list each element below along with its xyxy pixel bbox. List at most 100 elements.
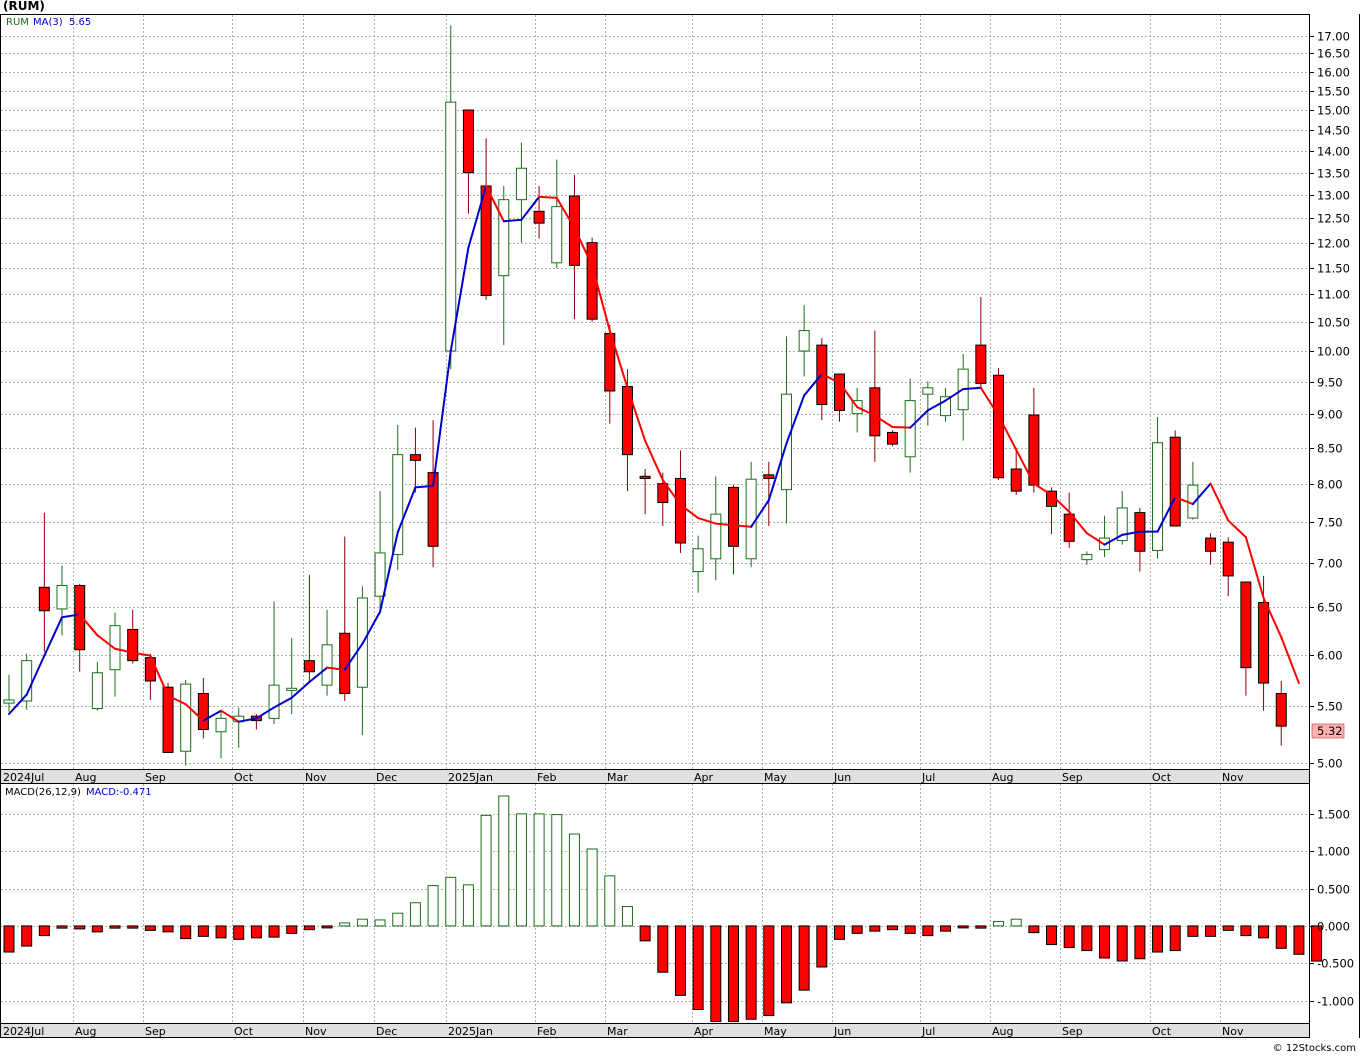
macd-bar [462, 884, 474, 927]
macd-bar [180, 925, 192, 940]
footer-credit: © 12Stocks.com [1273, 1043, 1356, 1054]
candle-body [833, 373, 845, 411]
date-axis-strip [0, 769, 1310, 784]
macd-bar [1293, 925, 1305, 955]
last-price-value: 5.32 [1317, 724, 1343, 738]
candle-body [1275, 693, 1287, 727]
macd-bar [533, 813, 545, 927]
macd-bar [674, 925, 686, 996]
macd-bar [604, 875, 616, 927]
candle-body [1063, 513, 1075, 542]
candle-body [798, 330, 810, 352]
price-y-tick-label: 16.00 [1317, 66, 1350, 80]
price-x-tick-label: Feb [537, 771, 556, 784]
macd-bar [303, 925, 315, 931]
price-x-tick-label: May [764, 771, 787, 784]
price-y-tick-label: 15.00 [1317, 104, 1350, 118]
candle-body [533, 210, 545, 224]
macd-bar [639, 925, 651, 942]
candle-body [1169, 436, 1181, 527]
candle-body [1028, 414, 1040, 486]
macd-label: MACD(26,12,9) [5, 787, 81, 798]
macd-x-tick-label: Nov [1222, 1025, 1244, 1038]
ma3-line-segment [43, 616, 64, 657]
macd-bar [887, 925, 898, 931]
macd-y-tick-label: -0.500 [1317, 957, 1354, 971]
price-x-tick-label: Aug [75, 771, 96, 784]
candle-body [1081, 554, 1093, 561]
chart-title: (RUM) [3, 0, 45, 13]
candle-body [215, 717, 227, 733]
candle-body [498, 199, 510, 277]
macd-bar [162, 925, 174, 933]
candle-body [303, 660, 315, 673]
macd-bar [392, 912, 404, 927]
macd-value-label: MACD:-0.471 [86, 787, 152, 798]
macd-bar [904, 925, 916, 934]
macd-bar [727, 925, 739, 1023]
macd-x-tick-label: Sep [1062, 1025, 1083, 1038]
candle-body [1187, 484, 1199, 519]
candle-body [91, 672, 103, 710]
price-y-tick-label: 17.00 [1317, 30, 1350, 44]
macd-bar [21, 925, 33, 947]
candle-body [374, 552, 386, 597]
candle-body [38, 586, 50, 612]
macd-bar [869, 925, 881, 932]
candle-body [56, 585, 68, 610]
macd-bar [1240, 925, 1252, 937]
macd-bar [1152, 925, 1164, 953]
macd-bar [922, 925, 934, 937]
price-y-tick-label: 6.00 [1317, 649, 1343, 663]
ma3-line-segment [502, 218, 523, 223]
macd-x-tick-label: Aug [75, 1025, 96, 1038]
macd-bar [498, 795, 510, 927]
macd-bar [197, 925, 209, 937]
macd-bar [374, 919, 386, 927]
macd-bar [480, 814, 492, 927]
price-y-tick-label: 6.50 [1317, 601, 1343, 615]
candle-body [3, 699, 15, 704]
macd-y-tick-label: -1.000 [1317, 995, 1354, 1009]
macd-x-tick-label: Jul [921, 1025, 935, 1038]
price-x-tick-label: Aug [992, 771, 1013, 784]
marks-layer [3, 25, 1323, 1023]
macd-x-tick-label: Oct [234, 1025, 254, 1038]
macd-bar [551, 814, 563, 927]
ma3-line-segment [1032, 482, 1053, 496]
candle-body [515, 167, 527, 201]
macd-bar [1222, 925, 1234, 931]
price-x-tick-label: 2025Jan [448, 771, 493, 784]
macd-x-tick-label: Apr [694, 1025, 714, 1038]
price-x-tick-label: Dec [376, 771, 397, 784]
macd-bar [745, 925, 757, 1020]
macd-bar [1258, 925, 1270, 939]
price-x-tick-label: Nov [305, 771, 327, 784]
price-y-tick-label: 9.50 [1317, 376, 1343, 390]
candle-body [568, 195, 580, 266]
price-x-tick-label: Nov [1222, 771, 1244, 784]
macd-bar [233, 925, 245, 940]
price-y-tick-label: 9.00 [1317, 408, 1343, 422]
candle-body [462, 109, 474, 174]
macd-bar [1169, 925, 1181, 952]
price-y-tick-label: 10.50 [1317, 316, 1350, 330]
price-x-tick-label: Apr [694, 771, 714, 784]
candle-body [1205, 537, 1217, 552]
candle-body [409, 454, 421, 461]
price-y-tick-label: 11.50 [1317, 262, 1350, 276]
legend-ma-value: 5.65 [69, 17, 91, 28]
macd-bar [798, 925, 810, 991]
macd-bar [356, 918, 368, 927]
macd-bar [692, 925, 704, 1011]
candle-body [639, 475, 651, 479]
macd-bar [940, 925, 952, 932]
candle-body [692, 548, 704, 573]
grid-layer [1, 15, 1309, 1023]
macd-bar [816, 925, 828, 968]
candle-body [1240, 581, 1252, 669]
price-x-tick-label: Oct [1152, 771, 1172, 784]
macd-x-tick-label: Mar [607, 1025, 628, 1038]
macd-x-tick-label: 2024Jul [3, 1025, 44, 1038]
candle-body [869, 387, 881, 437]
